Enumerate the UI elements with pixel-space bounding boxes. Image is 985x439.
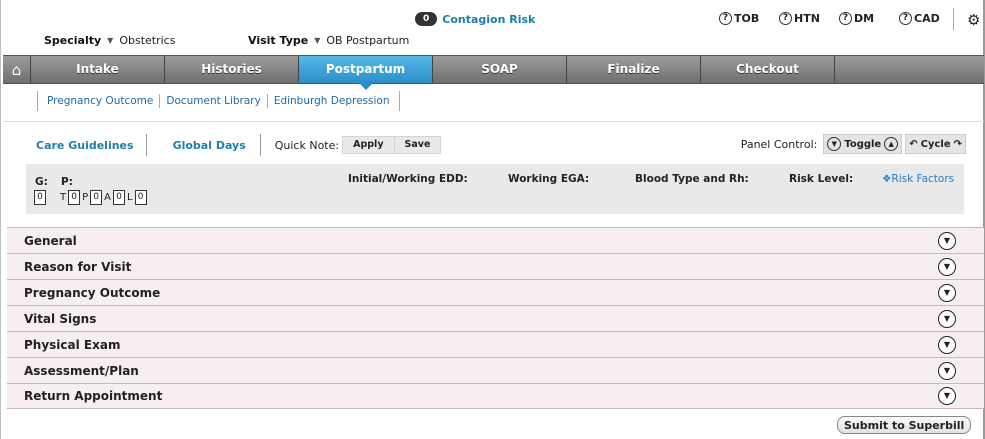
tab-intake[interactable]: Intake: [31, 56, 165, 83]
blood-type-label: Blood Type and Rh:: [635, 173, 749, 185]
caret-down-icon: ▼: [107, 36, 114, 45]
ega-label: Working EGA:: [508, 173, 590, 185]
tab-finalize[interactable]: Finalize: [567, 56, 701, 83]
save-button[interactable]: Save: [394, 136, 442, 154]
gtpal-fields: 0 T 0 P 0 A 0 L 0: [34, 190, 147, 205]
main-tab-bar: ⌂ Intake Histories Postpartum SOAP Final…: [3, 55, 984, 90]
note-toolbar: Care Guidelines Global Days Quick Note: …: [36, 134, 966, 156]
tab-checkout[interactable]: Checkout: [701, 56, 835, 83]
section-general[interactable]: General ▼: [7, 227, 984, 253]
gear-icon[interactable]: ⚙: [967, 11, 980, 29]
expand-icon[interactable]: ▼: [938, 283, 956, 302]
living-label: L: [126, 192, 133, 203]
global-days-link[interactable]: Global Days: [173, 139, 246, 152]
section-vital-signs[interactable]: Vital Signs ▼: [7, 305, 984, 331]
specialty-value: Obstetrics: [119, 34, 176, 47]
question-icon: ?: [839, 12, 852, 25]
question-icon: ?: [719, 12, 732, 25]
tab-histories[interactable]: Histories: [165, 56, 299, 83]
contagion-count-badge: 0: [415, 12, 438, 26]
expand-icon[interactable]: ▼: [938, 361, 956, 380]
contagion-risk[interactable]: 0 Contagion Risk: [415, 12, 535, 26]
gravida-field[interactable]: 0: [34, 190, 46, 205]
section-pregnancy-outcome[interactable]: Pregnancy Outcome ▼: [7, 279, 984, 305]
term-field[interactable]: 0: [68, 190, 81, 205]
question-icon: ?: [779, 12, 792, 25]
redo-arrow-icon: ↷: [953, 138, 962, 150]
top-bar: 0 Contagion Risk ? TOB ? HTN ? DM ? CAD ⚙ Sp…: [1, 0, 985, 52]
divider: [953, 8, 954, 30]
tab-postpartum[interactable]: Postpartum: [299, 56, 433, 90]
chevron-up-icon: ▲: [884, 137, 899, 151]
abortion-label: A: [104, 192, 111, 203]
chevron-down-icon: ▼: [827, 137, 842, 151]
visit-type-selector[interactable]: Visit Type ▼ OB Postpartum: [248, 34, 409, 47]
subnav-document-library[interactable]: Document Library: [160, 95, 266, 107]
risk-factors-link[interactable]: ❖Risk Factors: [882, 173, 954, 185]
expand-icon[interactable]: ▼: [938, 335, 956, 354]
home-icon[interactable]: ⌂: [3, 56, 31, 83]
flag-cad[interactable]: ? CAD: [899, 12, 959, 25]
visit-type-label: Visit Type: [248, 34, 309, 47]
risk-flags: ? TOB ? HTN ? DM ? CAD: [719, 12, 959, 25]
submit-to-superbill-button[interactable]: Submit to Superbill: [837, 416, 972, 434]
tab-soap[interactable]: SOAP: [433, 56, 567, 83]
specialty-label: Specialty: [44, 34, 102, 47]
flag-dm[interactable]: ? DM: [839, 12, 899, 25]
edd-label: Initial/Working EDD:: [348, 173, 468, 185]
risk-level-label: Risk Level:: [789, 173, 854, 185]
section-physical-exam[interactable]: Physical Exam ▼: [7, 331, 984, 357]
expand-icon[interactable]: ▼: [938, 309, 956, 328]
toggle-button[interactable]: ▼ Toggle ▲: [823, 134, 903, 154]
contagion-risk-link[interactable]: Contagion Risk: [442, 13, 535, 26]
divider: [259, 134, 261, 156]
subnav-pregnancy-outcome[interactable]: Pregnancy Outcome: [41, 95, 159, 107]
section-accordion: General ▼ Reason for Visit ▼ Pregnancy Out…: [7, 227, 984, 409]
sub-navigation: Pregnancy Outcome Document Library Edinb…: [37, 91, 400, 111]
app-frame: 0 Contagion Risk ? TOB ? HTN ? DM ? CAD ⚙ Sp…: [0, 0, 985, 439]
living-field[interactable]: 0: [134, 190, 147, 205]
panel-control-label: Panel Control:: [740, 137, 818, 151]
diamond-icon: ❖: [882, 173, 892, 185]
section-assessment-plan[interactable]: Assessment/Plan ▼: [7, 357, 984, 383]
abortion-field[interactable]: 0: [112, 190, 125, 205]
care-guidelines-link[interactable]: Care Guidelines: [36, 139, 134, 152]
expand-icon[interactable]: ▼: [938, 387, 956, 405]
expand-icon[interactable]: ▼: [938, 231, 956, 250]
subnav-edinburgh-depression[interactable]: Edinburgh Depression: [268, 95, 396, 107]
term-label: T: [60, 192, 67, 203]
flag-htn[interactable]: ? HTN: [779, 12, 839, 25]
undo-arrow-icon: ↶: [909, 138, 918, 150]
quick-note-label: Quick Note:: [274, 138, 340, 152]
para-label: P:: [61, 176, 73, 188]
gravida-label: G:: [35, 176, 48, 188]
preterm-label: P: [82, 192, 89, 203]
question-icon: ?: [899, 12, 912, 25]
cycle-button[interactable]: ↶ Cycle ↷: [905, 134, 966, 154]
section-reason-for-visit[interactable]: Reason for Visit ▼: [7, 253, 984, 279]
apply-button[interactable]: Apply: [342, 136, 395, 154]
visit-type-value: OB Postpartum: [326, 34, 410, 47]
panel-control: Panel Control: ▼ Toggle ▲ ↶ Cycle ↷: [741, 134, 966, 154]
obstetric-summary-panel: G: P: 0 T 0 P 0 A 0 L 0 Initial/Working …: [26, 164, 964, 214]
divider: [145, 134, 147, 156]
divider: [3, 121, 984, 122]
flag-tob[interactable]: ? TOB: [719, 12, 779, 25]
caret-down-icon: ▼: [314, 36, 321, 45]
specialty-selector[interactable]: Specialty ▼ Obstetrics: [44, 34, 175, 47]
preterm-field[interactable]: 0: [90, 190, 103, 205]
expand-icon[interactable]: ▼: [938, 257, 956, 276]
section-return-appointment[interactable]: Return Appointment ▼: [7, 383, 984, 409]
